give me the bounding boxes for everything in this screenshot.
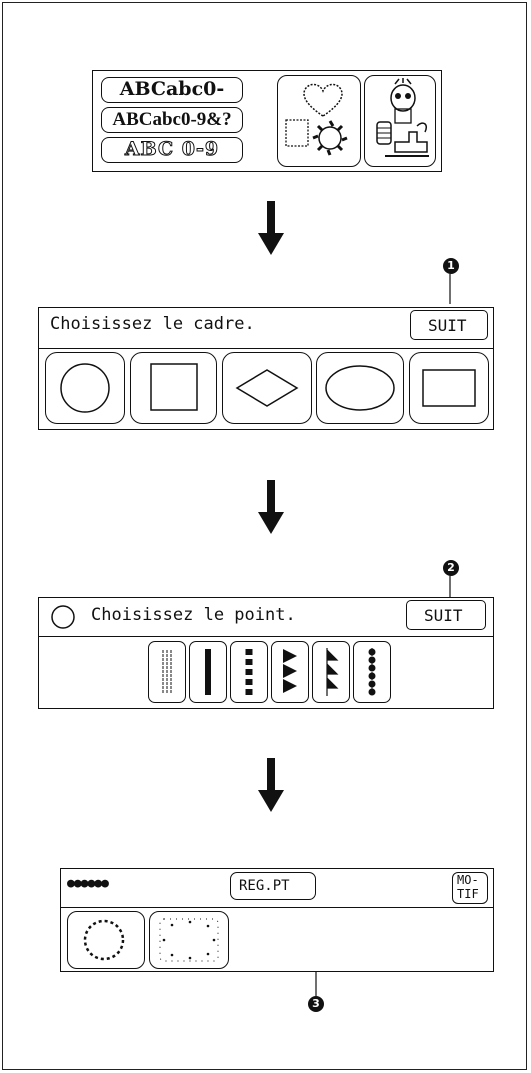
callout-leader: [315, 972, 317, 996]
circle-frame-icon: [60, 363, 110, 413]
divider: [61, 907, 493, 908]
heart-square-sun-icon: [285, 83, 348, 156]
stitch-triple-straight-button[interactable]: [148, 641, 186, 703]
dashed-satin-stitch-icon: [245, 649, 253, 695]
divider: [39, 348, 493, 349]
font-button-serif[interactable]: ABCabc0-9&?: [101, 107, 243, 133]
sawtooth-stitch-icon: [326, 648, 339, 696]
next-button-label: SUIT: [428, 316, 467, 335]
screen-frame-select: Choisissez le cadre. SUIT: [38, 307, 494, 430]
frame-rectangle-button[interactable]: [409, 352, 489, 424]
selected-frame-icon: [51, 605, 75, 629]
screen-stitch-select: Choisissez le point. SUIT: [38, 597, 494, 709]
triangle-stitch-icon: [283, 649, 297, 693]
motif-button-characters[interactable]: [364, 75, 436, 167]
callout-leader: [449, 576, 451, 598]
dot-stitch-icon: [368, 648, 376, 696]
screen-pattern-result: ●●●●●● REG.PT MO- TIF: [60, 868, 494, 972]
prompt-text: Choisissez le point.: [91, 605, 296, 625]
motif-button-shapes[interactable]: [277, 75, 361, 167]
triple-straight-stitch-icon: [162, 650, 172, 694]
stitch-satin-button[interactable]: [189, 641, 227, 703]
stitch-preview: ●●●●●●: [67, 876, 109, 891]
prompt-text: Choisissez le cadre.: [50, 314, 255, 334]
frame-square-button[interactable]: [130, 352, 217, 424]
next-button-label: SUIT: [424, 606, 463, 625]
next-button[interactable]: SUIT: [410, 310, 488, 340]
sewing-machine-character-icon: [376, 78, 429, 157]
square-frame-icon: [150, 363, 198, 411]
divider: [39, 636, 493, 637]
motif-label-line1: MO-: [457, 873, 479, 887]
oval-frame-icon: [325, 365, 395, 411]
screen-pattern-category: ABCabc0-9&? ABCabc0-9&? ABC 0-9: [92, 70, 442, 172]
down-arrow-icon: [258, 758, 284, 812]
stitch-dashed-satin-button[interactable]: [230, 641, 268, 703]
font-button-outline[interactable]: ABC 0-9: [101, 137, 243, 163]
reg-pt-label: REG.PT: [239, 878, 290, 894]
pattern-dotted-circle-button[interactable]: [67, 911, 145, 969]
callout-3: 3: [308, 996, 324, 1012]
callout-leader: [449, 274, 451, 304]
diamond-frame-icon: [235, 369, 299, 407]
scattered-dot-square-pattern-icon: [159, 918, 219, 962]
down-arrow-icon: [258, 201, 284, 255]
satin-stitch-icon: [205, 649, 211, 695]
pattern-dot-square-button[interactable]: [149, 911, 229, 969]
frame-oval-button[interactable]: [316, 352, 404, 424]
frame-circle-button[interactable]: [45, 352, 125, 424]
stitch-dot-button[interactable]: [353, 641, 391, 703]
font-button-block[interactable]: ABCabc0-9&?: [101, 77, 243, 103]
motif-button[interactable]: MO- TIF: [452, 872, 488, 904]
callout-2: 2: [443, 560, 459, 576]
dotted-circle-pattern-icon: [83, 919, 125, 961]
callout-1: 1: [443, 258, 459, 274]
reg-pt-button[interactable]: REG.PT: [230, 872, 316, 900]
stitch-sawtooth-button[interactable]: [312, 641, 350, 703]
down-arrow-icon: [258, 480, 284, 534]
motif-label-line2: TIF: [457, 887, 479, 901]
frame-diamond-button[interactable]: [222, 352, 312, 424]
rectangle-frame-icon: [422, 369, 476, 407]
stitch-triangle-button[interactable]: [271, 641, 309, 703]
next-button[interactable]: SUIT: [406, 600, 486, 630]
